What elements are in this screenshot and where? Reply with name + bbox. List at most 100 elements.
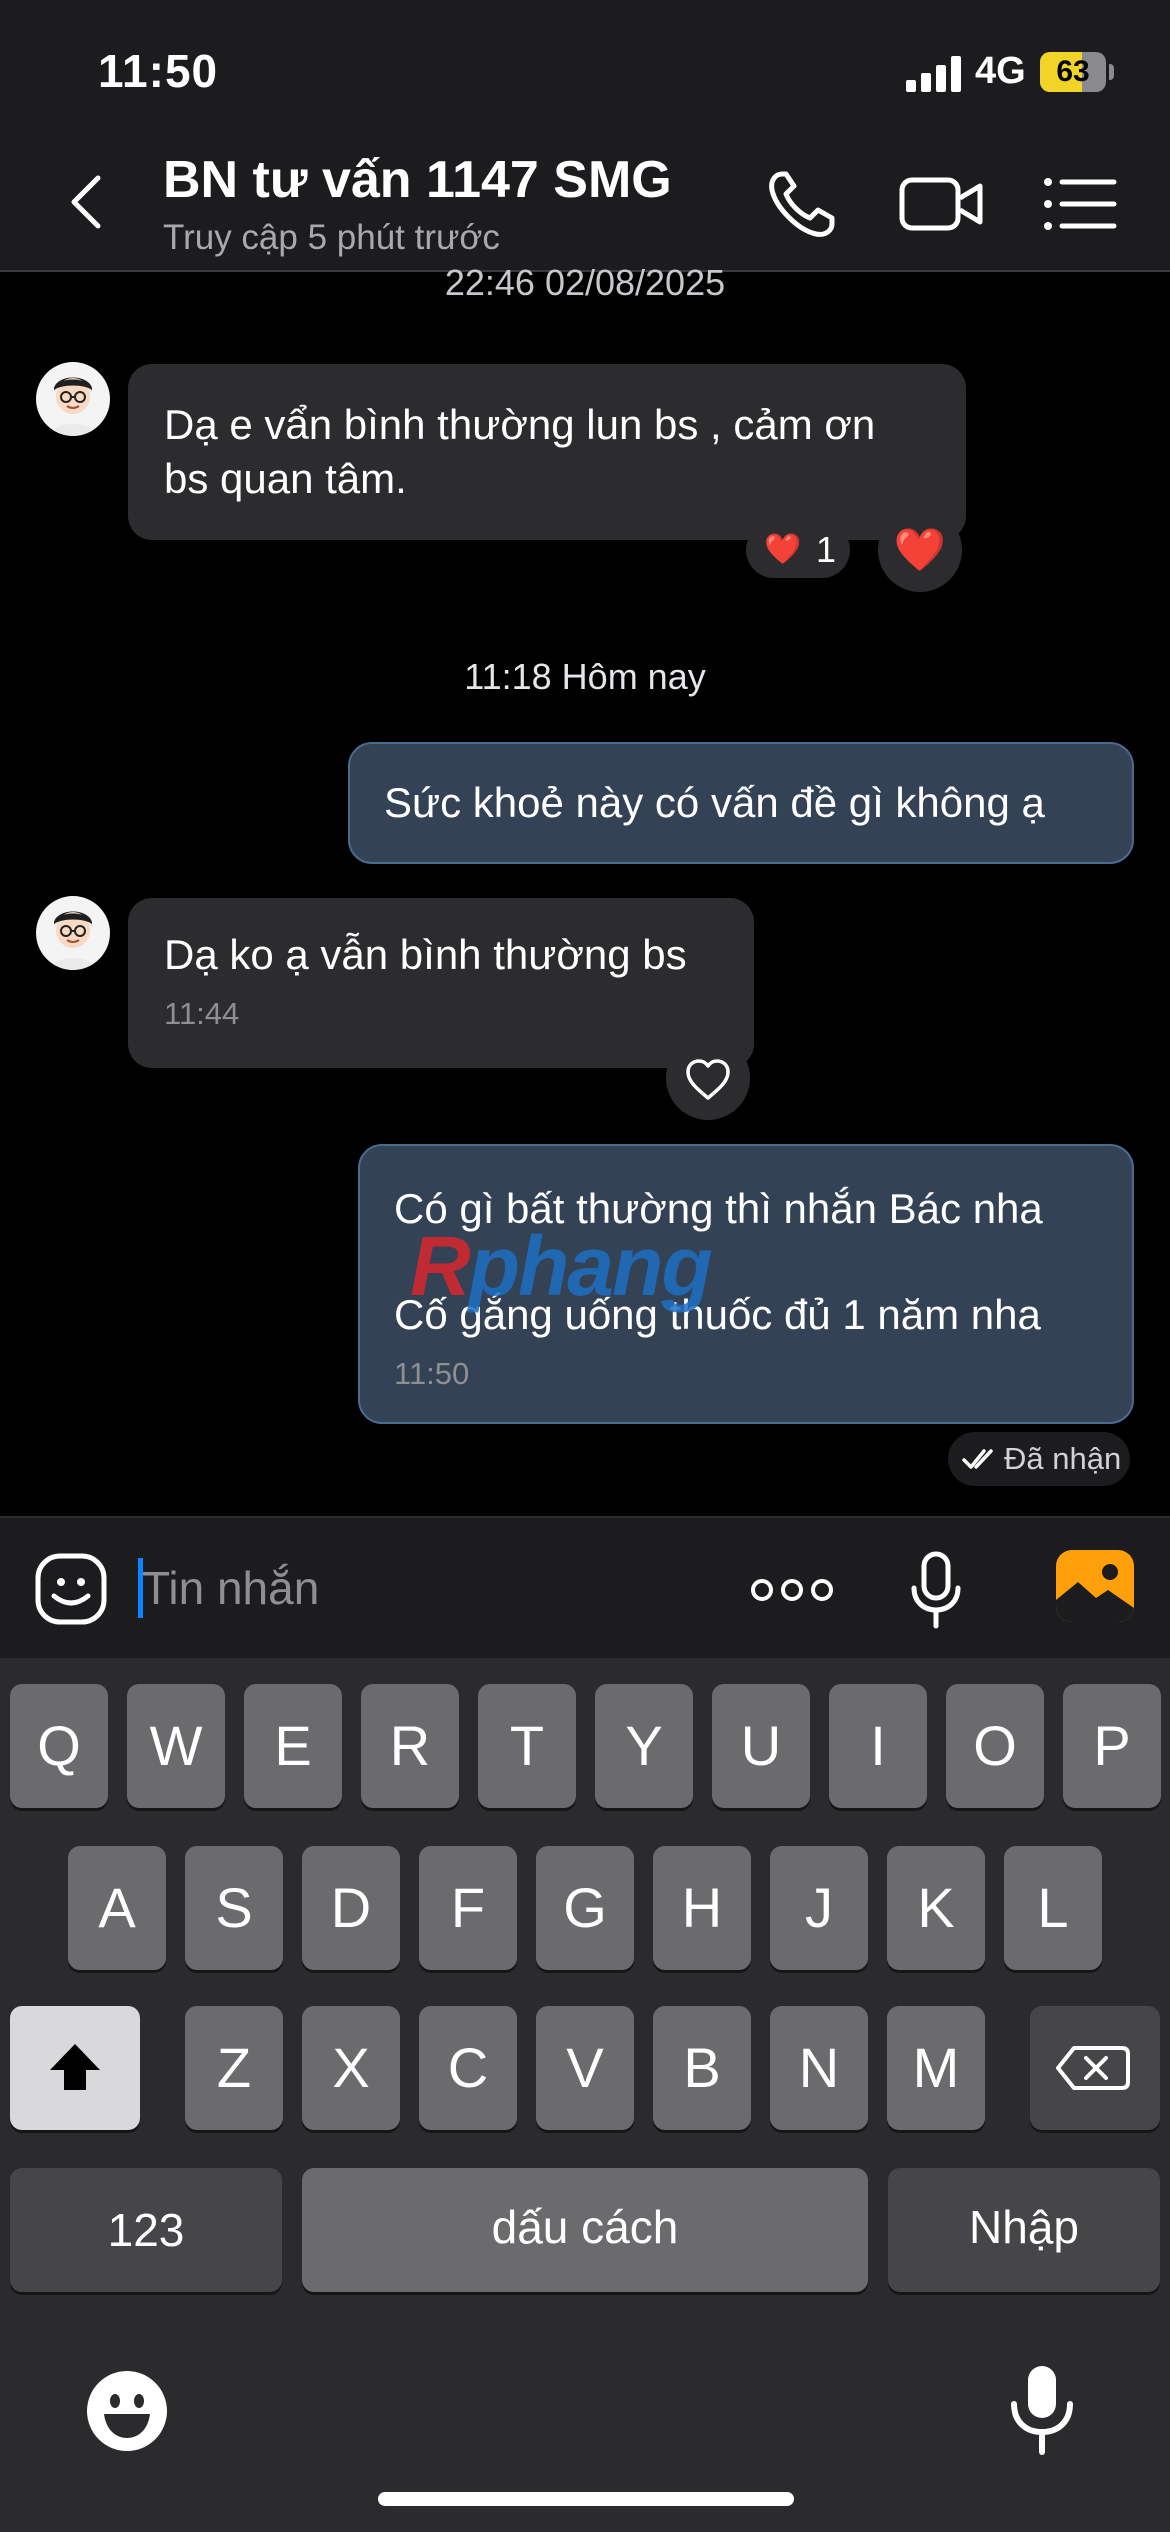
backspace-key[interactable] (1030, 2006, 1160, 2130)
phone-icon[interactable] (764, 168, 844, 240)
react-button[interactable]: ❤️ (878, 508, 962, 592)
key-m[interactable]: M (887, 2006, 985, 2130)
key-i[interactable]: I (829, 1684, 927, 1808)
dictation-mic-icon[interactable] (1006, 2364, 1078, 2456)
key-label: K (917, 1876, 955, 1939)
key-label: G (563, 1876, 607, 1939)
key-label: B (683, 2036, 721, 2099)
date-separator: 22:46 02/08/2025 (444, 262, 726, 303)
avatar-illustration (50, 911, 96, 970)
key-s[interactable]: S (185, 1846, 283, 1970)
key-z[interactable]: Z (185, 2006, 283, 2130)
reaction-count: 1 (816, 529, 837, 570)
key-v[interactable]: V (536, 2006, 634, 2130)
message-bubble-incoming[interactable]: Dạ e vẩn bình thường lun bs , cảm ơn bs … (128, 364, 966, 540)
key-label: M (912, 2036, 960, 2099)
video-camera-icon[interactable] (898, 168, 984, 240)
heart-emoji: ❤️ (764, 533, 802, 566)
watermark-part: phang (468, 1219, 713, 1313)
double-check-icon (962, 1449, 993, 1469)
key-f[interactable]: F (419, 1846, 517, 1970)
key-label: P (1093, 1714, 1131, 1777)
signal-bars-icon (906, 56, 961, 92)
key-p[interactable]: P (1063, 1684, 1161, 1808)
more-options-icon[interactable] (750, 1568, 834, 1612)
message-text: Sức khoẻ này có vấn đề gì không ạ (384, 779, 1045, 826)
key-o[interactable]: O (946, 1684, 1044, 1808)
react-button[interactable] (666, 1036, 750, 1120)
key-h[interactable]: H (653, 1846, 751, 1970)
message-time: 11:44 (164, 996, 240, 1031)
heart-emoji: ❤️ (893, 526, 947, 573)
key-label: U (740, 1714, 782, 1777)
back-chevron-icon[interactable] (56, 170, 120, 234)
chat-header: BN tư vấn 1147 SMG Truy cập 5 phút trước (0, 140, 1170, 272)
battery-tip (1109, 64, 1114, 80)
delivery-status-label: Đã nhận (1004, 1441, 1122, 1476)
emoji-keyboard-icon[interactable] (86, 2370, 168, 2452)
key-label: H (681, 1876, 723, 1939)
key-a[interactable]: A (68, 1846, 166, 1970)
voice-message-icon[interactable] (906, 1550, 966, 1630)
key-label: Y (625, 1714, 663, 1777)
battery-level: 63 (1056, 55, 1090, 88)
message-bubble-incoming[interactable]: Dạ ko ạ vẫn bình thường bs 11:44 (128, 898, 754, 1068)
photo-gallery-icon[interactable] (1056, 1550, 1134, 1622)
sticker-emoji-icon[interactable] (34, 1552, 108, 1626)
key-label: E (274, 1714, 312, 1777)
key-label: 123 (107, 2204, 185, 2256)
numbers-key[interactable]: 123 (10, 2168, 282, 2292)
chat-title[interactable]: BN tư vấn 1147 SMG (163, 150, 672, 210)
shift-key[interactable] (10, 2006, 140, 2130)
key-label: R (389, 1714, 431, 1777)
image-icon (1056, 1564, 1134, 1622)
key-e[interactable]: E (244, 1684, 342, 1808)
key-b[interactable]: B (653, 2006, 751, 2130)
key-label: Q (37, 1714, 81, 1777)
heart-outline-icon (686, 1059, 730, 1100)
message-composer (0, 1516, 1170, 1658)
key-w[interactable]: W (127, 1684, 225, 1808)
key-k[interactable]: K (887, 1846, 985, 1970)
avatar[interactable] (36, 362, 110, 436)
home-indicator[interactable] (378, 2492, 794, 2506)
key-label: J (805, 1876, 833, 1939)
key-label: A (98, 1876, 136, 1939)
key-y[interactable]: Y (595, 1684, 693, 1808)
key-c[interactable]: C (419, 2006, 517, 2130)
delivery-status: Đã nhận (948, 1432, 1130, 1486)
key-n[interactable]: N (770, 2006, 868, 2130)
space-key[interactable]: dấu cách (302, 2168, 868, 2292)
message-text: bs quan tâm. (164, 455, 407, 502)
key-label: Z (216, 2036, 252, 2099)
list-menu-icon[interactable] (1040, 168, 1120, 240)
key-label: T (509, 1714, 545, 1777)
reaction-summary[interactable]: ❤️ 1 (746, 522, 850, 578)
return-key[interactable]: Nhập (888, 2168, 1160, 2292)
key-g[interactable]: G (536, 1846, 634, 1970)
avatar[interactable] (36, 896, 110, 970)
key-label: S (215, 1876, 253, 1939)
key-label: V (566, 2036, 604, 2099)
on-screen-keyboard: Q W E R T Y U I O P A S D F G H J K L Z X C V B N M 123 dấu các… (0, 1658, 1170, 2532)
key-t[interactable]: T (478, 1684, 576, 1808)
message-text: Dạ e vẩn bình thường lun bs , cảm ơn (164, 401, 876, 448)
avatar-illustration (50, 377, 96, 436)
key-r[interactable]: R (361, 1684, 459, 1808)
status-bar: 11:50 4G 63 (0, 0, 1170, 140)
key-label: L (1037, 1876, 1069, 1939)
key-x[interactable]: X (302, 2006, 400, 2130)
watermark-logo: Rphang (410, 1218, 713, 1315)
status-time: 11:50 (98, 45, 219, 97)
message-input[interactable] (138, 1544, 698, 1632)
key-label: C (447, 2036, 489, 2099)
backspace-icon (1056, 2046, 1130, 2090)
key-u[interactable]: U (712, 1684, 810, 1808)
key-l[interactable]: L (1004, 1846, 1102, 1970)
battery-icon: 63 (1040, 52, 1106, 92)
key-q[interactable]: Q (10, 1684, 108, 1808)
key-label: F (450, 1876, 486, 1939)
message-bubble-outgoing[interactable]: Sức khoẻ này có vấn đề gì không ạ (348, 742, 1134, 864)
key-j[interactable]: J (770, 1846, 868, 1970)
key-d[interactable]: D (302, 1846, 400, 1970)
